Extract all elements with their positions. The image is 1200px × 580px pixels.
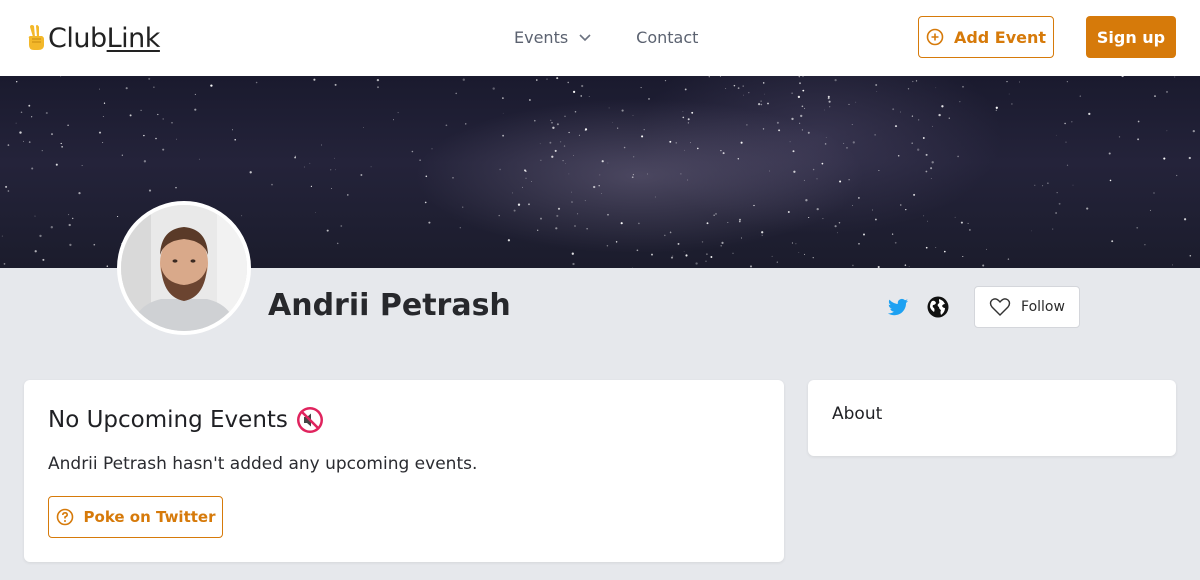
nav-contact-label: Contact	[636, 27, 699, 47]
about-title: About	[832, 404, 883, 424]
plus-circle-icon	[926, 28, 944, 46]
question-circle-icon	[56, 508, 73, 526]
signup-button[interactable]: Sign up	[1086, 16, 1176, 58]
events-title-text: No Upcoming Events	[48, 407, 288, 433]
avatar	[117, 201, 251, 335]
heart-icon	[989, 298, 1011, 316]
add-event-label: Add Event	[953, 27, 1047, 47]
upcoming-events-card: No Upcoming Events Andrii Petrash hasn't…	[24, 380, 784, 562]
events-card-title: No Upcoming Events	[48, 404, 324, 436]
about-card: About	[808, 380, 1176, 456]
muted-speaker-icon	[296, 407, 323, 433]
logo-text-link: Link	[106, 22, 161, 54]
avatar-photo	[121, 205, 247, 331]
follow-label: Follow	[1021, 299, 1065, 315]
nav-contact-link[interactable]: Contact	[636, 26, 698, 48]
twitter-icon[interactable]	[886, 295, 910, 319]
chevron-down-icon	[579, 34, 591, 42]
logo-text-club: Club	[48, 22, 107, 54]
profile-name: Andrii Petrash	[268, 288, 511, 323]
follow-button[interactable]: Follow	[974, 286, 1080, 328]
poke-label: Poke on Twitter	[83, 508, 216, 526]
victory-hand-icon	[28, 25, 44, 50]
globe-icon[interactable]	[926, 295, 950, 319]
nav-events-label: Events	[514, 27, 569, 47]
top-navbar: Club Link Events Contact Add Event Sign u…	[0, 0, 1200, 76]
clublink-logo[interactable]: Club Link	[26, 22, 160, 54]
no-events-message: Andrii Petrash hasn't added any upcoming…	[48, 454, 478, 474]
signup-label: Sign up	[1096, 27, 1166, 47]
add-event-button[interactable]: Add Event	[918, 16, 1054, 58]
nav-events-dropdown[interactable]: Events	[514, 26, 592, 48]
poke-on-twitter-button[interactable]: Poke on Twitter	[48, 496, 223, 538]
main-nav: Events Contact	[514, 26, 698, 48]
